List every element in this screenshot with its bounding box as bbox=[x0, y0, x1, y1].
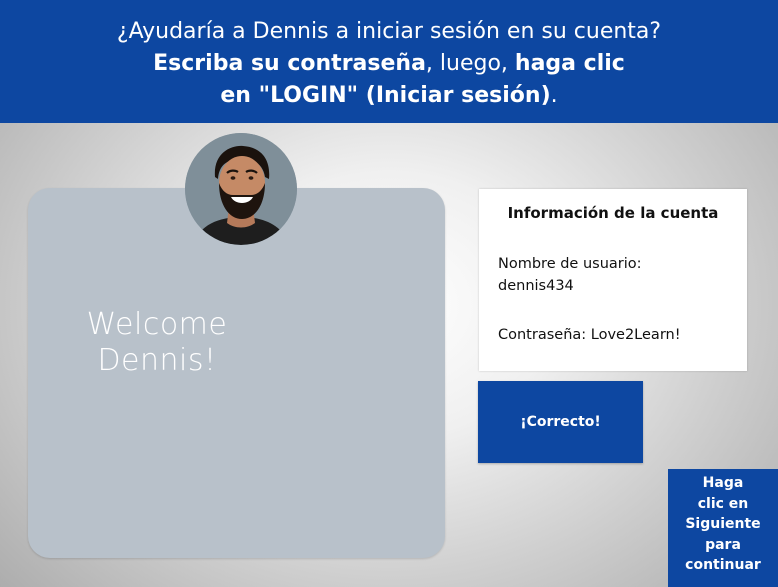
banner-emphasis-password: Escriba su contraseña bbox=[153, 51, 426, 76]
banner-instruction-line-3: en "LOGIN" (Iniciar sesión). bbox=[0, 80, 778, 112]
next-button-line-3: Siguiente bbox=[685, 516, 761, 532]
username-label: Nombre de usuario: bbox=[498, 256, 642, 272]
username-value: dennis434 bbox=[498, 278, 574, 294]
user-photo-icon bbox=[185, 133, 297, 245]
next-button-line-2: clic en bbox=[697, 495, 749, 512]
next-button-line-1: Haga bbox=[702, 475, 744, 491]
banner-period: . bbox=[550, 83, 558, 108]
password-info: Contraseña: Love2Learn! bbox=[498, 327, 681, 343]
next-continue-button[interactable]: Haga clic en Siguiente para continuar bbox=[668, 469, 778, 587]
correct-feedback-text: ¡Correcto! bbox=[520, 414, 601, 430]
correct-feedback-box: ¡Correcto! bbox=[478, 381, 643, 463]
next-button-line-5: continuar bbox=[685, 557, 761, 573]
account-info-panel: Información de la cuenta Nombre de usuar… bbox=[479, 189, 747, 371]
banner-instruction-line-2: Escriba su contraseña, luego, haga clic bbox=[0, 48, 778, 80]
banner-emphasis-login: en "LOGIN" (Iniciar sesión) bbox=[220, 83, 551, 108]
next-button-line-4: para bbox=[705, 536, 741, 553]
banner-connector: , luego, bbox=[425, 51, 515, 76]
instruction-banner: ¿Ayudaría a Dennis a iniciar sesión en s… bbox=[0, 0, 778, 123]
welcome-message: Welcome Dennis! bbox=[86, 307, 228, 378]
banner-emphasis-click: haga clic bbox=[514, 51, 625, 76]
account-info-title: Información de la cuenta bbox=[507, 204, 719, 222]
banner-question: ¿Ayudaría a Dennis a iniciar sesión en s… bbox=[116, 19, 662, 44]
avatar bbox=[185, 133, 297, 245]
